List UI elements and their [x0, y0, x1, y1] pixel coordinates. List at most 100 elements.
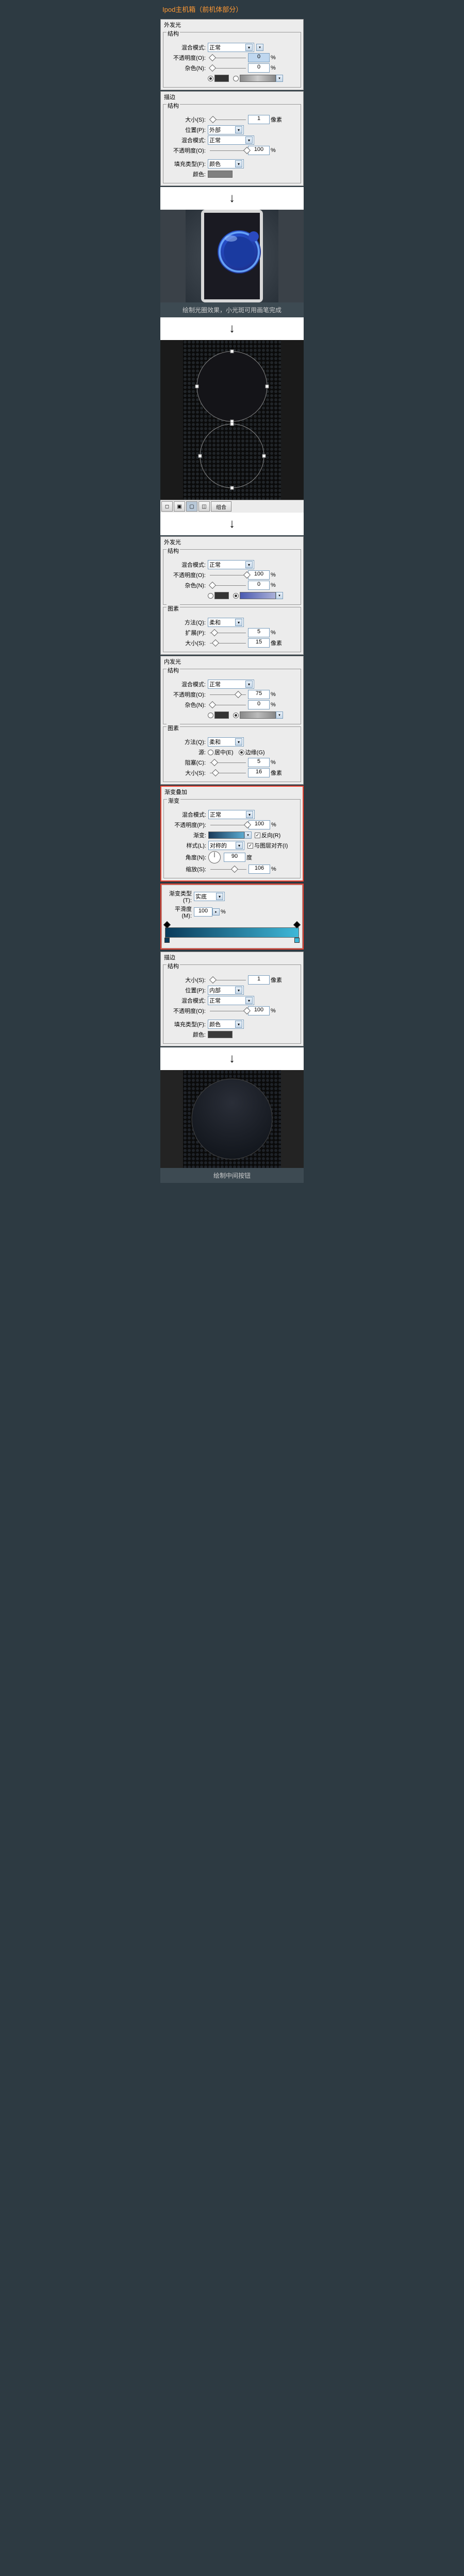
blend-select[interactable]: 正常▾: [208, 560, 254, 569]
stroke-color-swatch[interactable]: [208, 171, 233, 178]
color-swatch[interactable]: [214, 711, 229, 719]
pathop-3-button[interactable]: ▢: [186, 501, 197, 512]
preview-center-button: [160, 1070, 304, 1168]
blend-select[interactable]: 正常▾: [208, 810, 255, 819]
gradient-swatch[interactable]: [240, 592, 276, 599]
elements-label: 图素: [167, 604, 180, 613]
color-swatch[interactable]: [214, 592, 229, 599]
scale-slider[interactable]: [210, 866, 246, 872]
angle-value[interactable]: 90: [224, 853, 245, 862]
size-slider[interactable]: [210, 977, 246, 983]
style-label: 样式(L):: [166, 841, 208, 850]
color-radio[interactable]: [208, 76, 213, 81]
outer-glow-title: 外发光: [161, 20, 303, 30]
opacity-slider[interactable]: [210, 147, 246, 154]
noise-slider[interactable]: [210, 702, 246, 708]
opacity-slider[interactable]: [210, 572, 246, 578]
size-slider[interactable]: [210, 770, 246, 776]
color-swatch[interactable]: [214, 75, 229, 82]
smooth-label: 平滑度(M):: [165, 905, 194, 919]
reverse-checkbox[interactable]: ✓: [255, 833, 260, 838]
align-checkbox[interactable]: ✓: [247, 843, 253, 849]
gradient-dropdown[interactable]: ▾: [276, 592, 283, 599]
structure-label: 结构: [167, 666, 180, 674]
pathop-1-button[interactable]: ◻: [161, 501, 173, 512]
size-slider[interactable]: [210, 640, 246, 646]
color-radio[interactable]: [208, 713, 213, 718]
opacity-value[interactable]: 100: [248, 570, 270, 580]
size-label: 大小(S):: [165, 115, 208, 124]
smooth-dropdown[interactable]: ▸: [212, 908, 220, 916]
pct-unit: %: [270, 55, 276, 61]
grad-type-select[interactable]: 实底▾: [194, 892, 225, 901]
gradient-overlay-panel: 渐变叠加 渐变 混合模式: 正常▾ 不透明度(P): 100 % 渐变: ▾ ✓…: [160, 786, 304, 882]
method-select[interactable]: 柔和▾: [208, 618, 244, 627]
smooth-value[interactable]: 100: [194, 907, 212, 917]
spread-value[interactable]: 5: [248, 628, 270, 637]
outer-glow-panel-2: 外发光 结构 混合模式: 正常▾ 不透明度(O): 100 % 杂色(N): 0…: [160, 536, 304, 655]
gradient-radio[interactable]: [233, 593, 239, 599]
opacity-value[interactable]: 100: [248, 146, 270, 155]
blend-select[interactable]: 正常▾: [208, 996, 254, 1005]
gradient-swatch[interactable]: [240, 75, 276, 82]
scale-value[interactable]: 106: [248, 865, 270, 874]
filltype-select[interactable]: 颜色▾: [208, 1020, 244, 1029]
blend-label: 混合模式:: [165, 680, 208, 688]
spread-slider[interactable]: [210, 630, 246, 636]
gradient-bar[interactable]: [165, 927, 299, 938]
blend-color-dropdown[interactable]: ▾: [256, 44, 263, 51]
pathop-4-button[interactable]: ◫: [198, 501, 210, 512]
opacity-value[interactable]: 100: [248, 820, 270, 829]
color-label: 颜色:: [165, 1030, 208, 1039]
preview-blue-ring: [160, 210, 304, 302]
size-value[interactable]: 1: [248, 975, 270, 985]
caption-1: 绘制光圈效果，小光斑可用画笔完成: [160, 302, 304, 317]
blend-select[interactable]: 正常▾: [208, 135, 254, 145]
choke-slider[interactable]: [210, 759, 246, 766]
size-value[interactable]: 1: [248, 115, 270, 124]
stroke-panel-2: 描边 结构 大小(S): 1 像素 位置(P): 内部▾ 混合模式: 正常▾ 不…: [160, 952, 304, 1046]
noise-value[interactable]: 0: [248, 63, 270, 73]
pathop-2-button[interactable]: ▣: [174, 501, 185, 512]
angle-label: 角度(N):: [166, 853, 208, 861]
angle-dial[interactable]: [208, 851, 221, 863]
opacity-value[interactable]: 100: [248, 1006, 270, 1015]
position-select[interactable]: 外部▾: [208, 125, 244, 134]
noise-slider[interactable]: [210, 65, 246, 71]
opacity-slider[interactable]: [210, 691, 246, 698]
gradient-radio[interactable]: [233, 76, 239, 81]
gradient-radio[interactable]: [233, 713, 239, 718]
opacity-value[interactable]: 75: [248, 690, 270, 699]
blend-mode-select[interactable]: 正常▾: [208, 43, 254, 52]
size-slider[interactable]: [210, 116, 246, 123]
noise-value[interactable]: 0: [248, 581, 270, 590]
opacity-value[interactable]: 0: [248, 53, 270, 62]
position-select[interactable]: 内部▾: [208, 986, 244, 995]
method-select[interactable]: 柔和▾: [208, 737, 244, 747]
gradient-preview[interactable]: [208, 832, 244, 839]
size-value[interactable]: 16: [248, 768, 270, 777]
gradient-swatch[interactable]: [240, 711, 276, 719]
noise-slider[interactable]: [210, 582, 246, 588]
opacity-slider[interactable]: [210, 55, 246, 61]
reverse-label: 反向(R): [261, 831, 280, 839]
elements-label: 图素: [167, 724, 180, 732]
choke-value[interactable]: 5: [248, 758, 270, 767]
source-center-radio[interactable]: [208, 750, 213, 755]
opacity-slider[interactable]: [210, 822, 246, 828]
color-radio[interactable]: [208, 593, 213, 599]
stroke-color-swatch[interactable]: [208, 1031, 233, 1038]
gradient-dropdown[interactable]: ▾: [276, 711, 283, 719]
source-edge-radio[interactable]: [239, 750, 244, 755]
gradient-dropdown[interactable]: ▾: [276, 75, 283, 82]
gradient-editor: 渐变类型(T): 实底▾ 平滑度(M): 100 ▸ %: [161, 885, 303, 948]
noise-value[interactable]: 0: [248, 700, 270, 709]
style-select[interactable]: 对称的▾: [208, 841, 244, 850]
size-value[interactable]: 15: [248, 638, 270, 648]
blend-select[interactable]: 正常▾: [208, 680, 254, 689]
combine-button[interactable]: 组合: [211, 501, 231, 512]
gradient-dropdown[interactable]: ▾: [244, 832, 252, 839]
filltype-select[interactable]: 颜色▾: [208, 159, 244, 168]
opacity-label: 不透明度(O):: [165, 690, 208, 699]
opacity-slider[interactable]: [210, 1008, 246, 1014]
